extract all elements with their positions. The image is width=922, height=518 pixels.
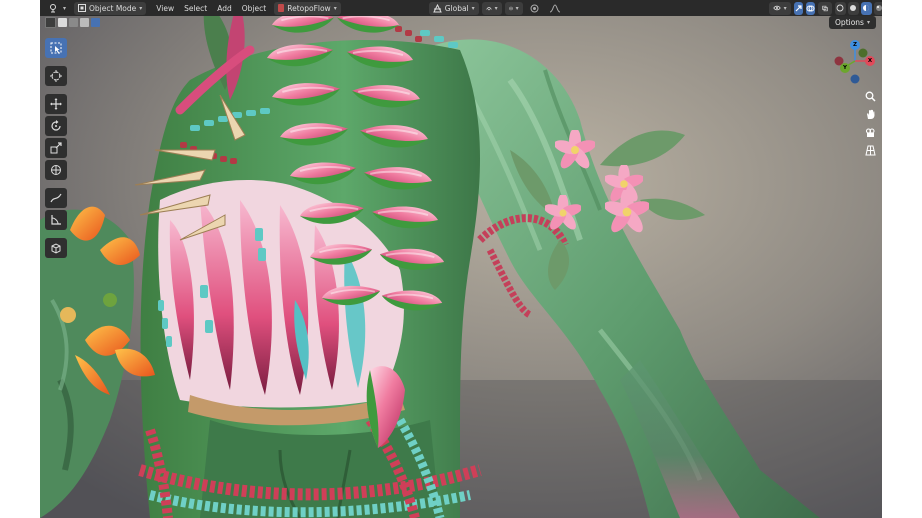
transform-orientation-dropdown[interactable]: Global ▾ bbox=[428, 1, 479, 15]
snap-icon bbox=[508, 6, 513, 10]
orientation-icon bbox=[432, 3, 442, 12]
tool-cursor[interactable] bbox=[45, 66, 67, 86]
viewport-header: ▾ Object Mode ▾ View Select Add Object R… bbox=[40, 0, 882, 16]
tool-transform[interactable] bbox=[45, 160, 67, 180]
zoom-button[interactable] bbox=[861, 87, 879, 105]
shading-solid-icon bbox=[850, 5, 857, 11]
snap-toggle[interactable]: ▾ bbox=[504, 1, 523, 15]
overlay-toggle[interactable] bbox=[805, 1, 815, 15]
select-box-icon bbox=[50, 42, 62, 54]
menu-select[interactable]: Select bbox=[179, 2, 212, 15]
tool-settings-row bbox=[40, 16, 882, 29]
proportional-edit-button[interactable] bbox=[525, 2, 544, 15]
pan-button[interactable] bbox=[861, 105, 879, 123]
options-label: Options bbox=[835, 18, 864, 27]
cursor-icon bbox=[50, 70, 62, 82]
pan-hand-icon bbox=[866, 109, 874, 119]
axis-x-handle[interactable]: X bbox=[865, 56, 875, 66]
select-mode-subtract[interactable] bbox=[69, 18, 78, 27]
visibility-dropdown[interactable]: ▾ bbox=[768, 1, 791, 15]
move-icon bbox=[50, 98, 62, 110]
tool-add-cube[interactable] bbox=[45, 238, 67, 258]
mode-label: Object Mode bbox=[89, 3, 137, 13]
select-mode-intersect[interactable] bbox=[91, 18, 100, 27]
transform-icon bbox=[51, 165, 61, 175]
camera-view-button[interactable] bbox=[861, 123, 879, 141]
falloff-dropdown[interactable] bbox=[544, 2, 566, 15]
tool-move[interactable] bbox=[45, 94, 67, 114]
add-cube-icon bbox=[51, 243, 61, 254]
menu-view[interactable]: View bbox=[151, 2, 179, 15]
scale-icon bbox=[50, 142, 62, 154]
xray-icon bbox=[822, 5, 828, 11]
shading-wireframe-button[interactable] bbox=[834, 1, 846, 15]
navigation-gizmo[interactable]: Z X Y bbox=[831, 37, 879, 87]
select-mode-new[interactable] bbox=[45, 17, 56, 28]
chevron-down-icon: ▾ bbox=[471, 4, 475, 12]
gizmo-toggle[interactable] bbox=[793, 1, 803, 15]
chevron-down-icon: ▾ bbox=[139, 4, 143, 12]
shading-mode-group: ▾ bbox=[834, 1, 882, 15]
gizmo-icon bbox=[795, 4, 802, 11]
proportional-edit-icon bbox=[530, 4, 539, 12]
rotate-icon bbox=[51, 120, 61, 131]
mode-selector[interactable]: Object Mode ▾ bbox=[74, 1, 147, 15]
blender-window: ▾ Object Mode ▾ View Select Add Object R… bbox=[40, 0, 882, 518]
shading-wireframe-icon bbox=[836, 4, 844, 12]
chevron-down-icon: ▾ bbox=[333, 4, 337, 12]
editor-type-icon bbox=[50, 3, 56, 12]
chevron-down-icon: ▾ bbox=[866, 19, 870, 26]
axis-z-handle[interactable]: Z bbox=[850, 40, 860, 50]
menu-select-label: Select bbox=[184, 3, 208, 13]
menu-add[interactable]: Add bbox=[212, 2, 237, 15]
shading-rendered-button[interactable] bbox=[873, 1, 882, 15]
menu-view-label: View bbox=[156, 3, 175, 13]
shading-material-icon bbox=[863, 5, 870, 11]
object-mode-icon bbox=[78, 4, 87, 12]
falloff-icon bbox=[549, 3, 560, 12]
camera-view-icon bbox=[865, 127, 875, 137]
measure-icon bbox=[51, 215, 61, 225]
shading-material-button[interactable] bbox=[860, 1, 872, 15]
shading-rendered-icon bbox=[876, 5, 882, 11]
overlay-icon bbox=[806, 5, 815, 11]
orientation-label: Global bbox=[444, 3, 469, 13]
select-mode-extend[interactable] bbox=[58, 18, 67, 27]
viewport-render bbox=[40, 0, 882, 518]
menu-add-label: Add bbox=[217, 3, 232, 13]
annotate-icon bbox=[50, 193, 62, 203]
visibility-icon bbox=[772, 5, 781, 11]
retopoflow-icon bbox=[278, 4, 285, 12]
chevron-down-icon: ▾ bbox=[783, 4, 787, 12]
shading-solid-button[interactable] bbox=[847, 1, 859, 15]
tool-annotate[interactable] bbox=[45, 188, 67, 208]
tool-shelf bbox=[45, 38, 67, 260]
chevron-down-icon: ▾ bbox=[515, 4, 519, 12]
editor-type-button[interactable]: ▾ bbox=[44, 2, 71, 15]
tool-scale[interactable] bbox=[45, 138, 67, 158]
tool-select-box[interactable] bbox=[45, 38, 67, 58]
zoom-icon bbox=[865, 91, 876, 102]
tool-rotate[interactable] bbox=[45, 116, 67, 136]
retopoflow-menu[interactable]: RetopoFlow ▾ bbox=[274, 1, 341, 15]
pivot-icon bbox=[485, 6, 492, 10]
chevron-down-icon: ▾ bbox=[494, 4, 498, 12]
xray-toggle[interactable] bbox=[817, 1, 832, 15]
axis-y-handle[interactable]: Y bbox=[840, 63, 850, 73]
options-dropdown[interactable]: Options ▾ bbox=[829, 16, 876, 29]
pivot-point-dropdown[interactable]: ▾ bbox=[481, 1, 502, 15]
menu-object-label: Object bbox=[241, 3, 267, 13]
tool-measure[interactable] bbox=[45, 210, 67, 230]
select-mode-invert[interactable] bbox=[80, 18, 89, 27]
chevron-down-icon: ▾ bbox=[63, 4, 67, 12]
retopoflow-label: RetopoFlow bbox=[287, 3, 331, 13]
ortho-toggle-button[interactable] bbox=[861, 141, 879, 159]
menu-object[interactable]: Object bbox=[237, 2, 271, 15]
ortho-grid-icon bbox=[864, 145, 876, 155]
